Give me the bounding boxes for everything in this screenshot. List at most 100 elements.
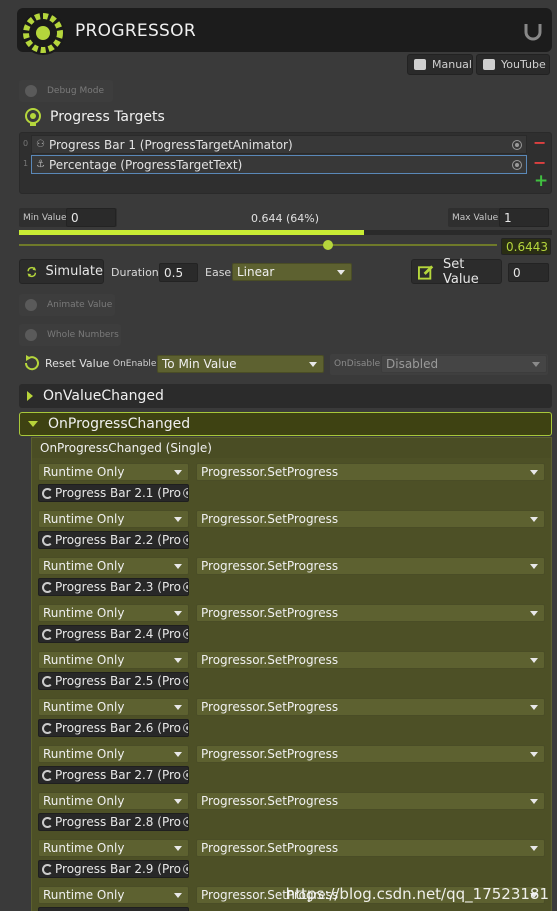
value-slider-thumb[interactable] bbox=[322, 240, 333, 250]
object-picker-icon[interactable] bbox=[182, 723, 188, 733]
target-object-field[interactable]: Progress Bar 2.5 (Pro bbox=[38, 672, 189, 690]
chevron-down-icon bbox=[530, 751, 538, 757]
ease-value: Linear bbox=[237, 265, 275, 279]
min-value-field[interactable]: 0 bbox=[66, 208, 116, 227]
runtime-mode-dropdown[interactable]: Runtime Only bbox=[38, 745, 189, 763]
debug-mode-label: Debug Mode bbox=[47, 86, 104, 96]
method-dropdown[interactable]: Progressor.SetProgress bbox=[196, 557, 545, 575]
target-index: 0 bbox=[23, 139, 29, 148]
simulate-button[interactable]: Simulate bbox=[19, 259, 104, 284]
runtime-mode-dropdown[interactable]: Runtime Only bbox=[38, 604, 189, 622]
object-picker-icon[interactable] bbox=[182, 488, 188, 498]
target-object-field[interactable]: Progress Bar 2.8 (Pro bbox=[38, 813, 189, 831]
progress-bar-fill bbox=[19, 230, 364, 235]
method-dropdown[interactable]: Progressor.SetProgress bbox=[196, 745, 545, 763]
progressor-icon bbox=[42, 534, 53, 546]
target-object-field[interactable]: Progress Bar 2.1 (Pro bbox=[38, 484, 189, 502]
method-value: Progressor.SetProgress bbox=[201, 465, 339, 479]
target-object-label: Progress Bar 2.2 (Pro bbox=[55, 533, 181, 547]
chevron-down-icon bbox=[28, 421, 38, 427]
object-picker-icon[interactable] bbox=[512, 139, 522, 150]
animate-value-toggle[interactable]: Animate Value bbox=[19, 294, 115, 316]
target-index: 1 bbox=[23, 159, 29, 168]
max-value-label: Max Value bbox=[452, 213, 499, 223]
progressor-icon bbox=[42, 816, 53, 828]
chevron-down-icon bbox=[174, 845, 182, 851]
remove-target-button[interactable]: − bbox=[533, 153, 546, 172]
set-value-button[interactable]: Set Value bbox=[411, 257, 502, 287]
target-object-field[interactable]: Progress Bar 2.7 (Pro bbox=[38, 766, 189, 784]
youtube-label: YouTube bbox=[501, 58, 546, 71]
target-object-field[interactable]: Progress Bar 2.9 (Pro bbox=[38, 860, 189, 878]
method-dropdown[interactable]: Progressor.SetProgress bbox=[196, 698, 545, 716]
reset-value-label: Reset Value bbox=[45, 357, 110, 370]
on-enable-dropdown[interactable]: To Min Value bbox=[157, 355, 324, 373]
target-row[interactable]: ⚓ Percentage (ProgressTargetText) bbox=[31, 155, 527, 174]
method-dropdown[interactable]: Progressor.SetProgress bbox=[196, 839, 545, 857]
runtime-mode-dropdown[interactable]: Runtime Only bbox=[38, 651, 189, 669]
object-picker-icon[interactable] bbox=[182, 535, 188, 545]
target-row[interactable]: ⚇ Progress Bar 1 (ProgressTargetAnimator… bbox=[31, 135, 527, 154]
duration-field[interactable]: 0.5 bbox=[159, 263, 198, 282]
youtube-button[interactable]: YouTube bbox=[476, 54, 550, 75]
debug-mode-toggle[interactable]: Debug Mode bbox=[19, 80, 113, 102]
chevron-down-icon bbox=[337, 269, 345, 275]
runtime-mode-dropdown[interactable]: Runtime Only bbox=[38, 886, 189, 904]
target-object-field[interactable] bbox=[38, 907, 189, 911]
set-value-field[interactable]: 0 bbox=[508, 263, 549, 282]
progressor-icon bbox=[42, 722, 53, 734]
slider-value-field[interactable]: 0.6443 bbox=[501, 238, 551, 255]
runtime-mode-dropdown[interactable]: Runtime Only bbox=[38, 698, 189, 716]
on-progress-changed-foldout[interactable]: OnProgressChanged bbox=[19, 412, 552, 436]
method-dropdown[interactable]: Progressor.SetProgress bbox=[196, 651, 545, 669]
method-dropdown[interactable]: Progressor.SetProgress bbox=[196, 792, 545, 810]
method-dropdown[interactable]: Progressor.SetProgress bbox=[196, 463, 545, 481]
chevron-down-icon bbox=[530, 798, 538, 804]
object-picker-icon[interactable] bbox=[182, 770, 188, 780]
target-icon bbox=[25, 108, 41, 126]
on-disable-dropdown[interactable]: Disabled bbox=[381, 355, 547, 373]
ease-label: Ease bbox=[205, 266, 232, 279]
runtime-mode-dropdown[interactable]: Runtime Only bbox=[38, 839, 189, 857]
object-picker-icon[interactable] bbox=[512, 159, 522, 170]
runtime-mode-value: Runtime Only bbox=[43, 841, 125, 855]
max-value-field[interactable]: 1 bbox=[499, 208, 549, 227]
object-picker-icon[interactable] bbox=[182, 582, 188, 592]
runtime-mode-value: Runtime Only bbox=[43, 653, 125, 667]
target-object-field[interactable]: Progress Bar 2.3 (Pro bbox=[38, 578, 189, 596]
object-picker-icon[interactable] bbox=[182, 629, 188, 639]
manual-button[interactable]: Manual bbox=[407, 54, 473, 75]
target-object-field[interactable]: Progress Bar 2.4 (Pro bbox=[38, 625, 189, 643]
component-title: PROGRESSOR bbox=[75, 21, 196, 41]
remove-target-button[interactable]: − bbox=[533, 133, 546, 152]
target-object-field[interactable]: Progress Bar 2.2 (Pro bbox=[38, 531, 189, 549]
object-picker-icon[interactable] bbox=[182, 817, 188, 827]
runtime-mode-dropdown[interactable]: Runtime Only bbox=[38, 510, 189, 528]
runtime-mode-dropdown[interactable]: Runtime Only bbox=[38, 463, 189, 481]
current-value-readout: 0.644 (64%) bbox=[251, 212, 320, 225]
duration-label: Duration bbox=[111, 266, 159, 279]
chevron-down-icon bbox=[174, 892, 182, 898]
runtime-mode-value: Runtime Only bbox=[43, 606, 125, 620]
object-picker-icon[interactable] bbox=[182, 864, 188, 874]
youtube-icon bbox=[483, 59, 495, 70]
object-picker-icon[interactable] bbox=[182, 676, 188, 686]
on-value-changed-label: OnValueChanged bbox=[43, 388, 164, 404]
doozy-icon[interactable] bbox=[522, 20, 544, 42]
runtime-mode-dropdown[interactable]: Runtime Only bbox=[38, 792, 189, 810]
method-dropdown[interactable]: Progressor.SetProgress bbox=[196, 510, 545, 528]
target-object-field[interactable]: Progress Bar 2.6 (Pro bbox=[38, 719, 189, 737]
ease-dropdown[interactable]: Linear bbox=[232, 263, 352, 281]
runtime-mode-dropdown[interactable]: Runtime Only bbox=[38, 557, 189, 575]
progressor-icon bbox=[42, 487, 53, 499]
whole-numbers-toggle[interactable]: Whole Numbers bbox=[19, 324, 121, 346]
add-target-button[interactable]: + bbox=[534, 171, 548, 191]
on-value-changed-foldout[interactable]: OnValueChanged bbox=[19, 384, 552, 408]
method-value: Progressor.SetProgress bbox=[201, 700, 339, 714]
method-value: Progressor.SetProgress bbox=[201, 841, 339, 855]
chevron-down-icon bbox=[532, 361, 540, 367]
value-slider-track[interactable] bbox=[19, 244, 497, 246]
method-dropdown[interactable]: Progressor.SetProgress bbox=[196, 604, 545, 622]
unity-event-title: OnProgressChanged (Single) bbox=[40, 441, 212, 455]
progress-bar-track bbox=[19, 230, 552, 235]
